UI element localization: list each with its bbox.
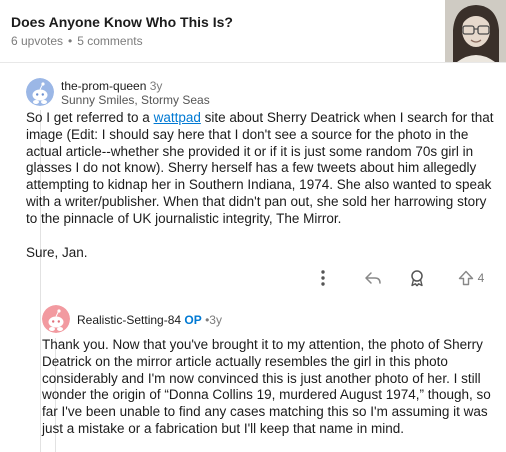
comment-paragraph: So I get referred to a wattpad site abou… xyxy=(26,110,494,228)
comment-author-line: the-prom-queen 3y xyxy=(61,79,162,93)
post-thumbnail[interactable] xyxy=(445,0,506,62)
meta-separator: • xyxy=(68,34,73,48)
reply-icon xyxy=(365,272,381,284)
more-vertical-icon xyxy=(321,270,325,286)
comment-text: site about Sherry Deatrick when I search… xyxy=(26,110,494,226)
snoo-avatar-icon xyxy=(42,305,70,333)
comment-paragraph: Sure, Jan. xyxy=(26,244,88,260)
upvotes-count: 6 upvotes xyxy=(11,34,64,48)
reply-button[interactable] xyxy=(360,264,386,292)
snoo-avatar-icon xyxy=(26,78,54,106)
avatar[interactable] xyxy=(42,305,70,333)
user-flair: Sunny Smiles, Stormy Seas xyxy=(61,93,210,107)
comment-author[interactable]: Realistic-Setting-84 xyxy=(77,313,181,327)
post-meta: 6 upvotes • 5 comments xyxy=(11,34,143,48)
comment-action-bar: 4 xyxy=(300,264,506,292)
comment-body: Thank you. Now that you've brought it to… xyxy=(42,337,491,436)
portrait-image xyxy=(445,0,506,62)
op-badge: OP xyxy=(184,313,202,327)
comment-author[interactable]: the-prom-queen xyxy=(61,79,146,93)
wattpad-link[interactable]: wattpad xyxy=(154,110,201,125)
comment-time[interactable]: 3y xyxy=(209,313,222,327)
award-icon xyxy=(411,270,423,287)
post-header: Does Anyone Know Who This Is? 6 upvotes •… xyxy=(0,0,506,63)
comment-author-line: Realistic-Setting-84 OP •3y xyxy=(77,313,222,327)
comment-body: So I get referred to a wattpad site abou… xyxy=(26,110,494,261)
comments-count[interactable]: 5 comments xyxy=(77,34,142,48)
comment-time[interactable]: 3y xyxy=(150,79,163,93)
post-title[interactable]: Does Anyone Know Who This Is? xyxy=(11,14,233,30)
more-options-button[interactable] xyxy=(312,264,334,292)
avatar[interactable] xyxy=(26,78,54,106)
upvote-count: 4 xyxy=(477,271,485,285)
comment-text: So I get referred to a xyxy=(26,110,154,125)
upvote-icon xyxy=(458,270,473,286)
upvote-button[interactable]: 4 xyxy=(450,264,492,292)
award-button[interactable] xyxy=(404,264,430,292)
